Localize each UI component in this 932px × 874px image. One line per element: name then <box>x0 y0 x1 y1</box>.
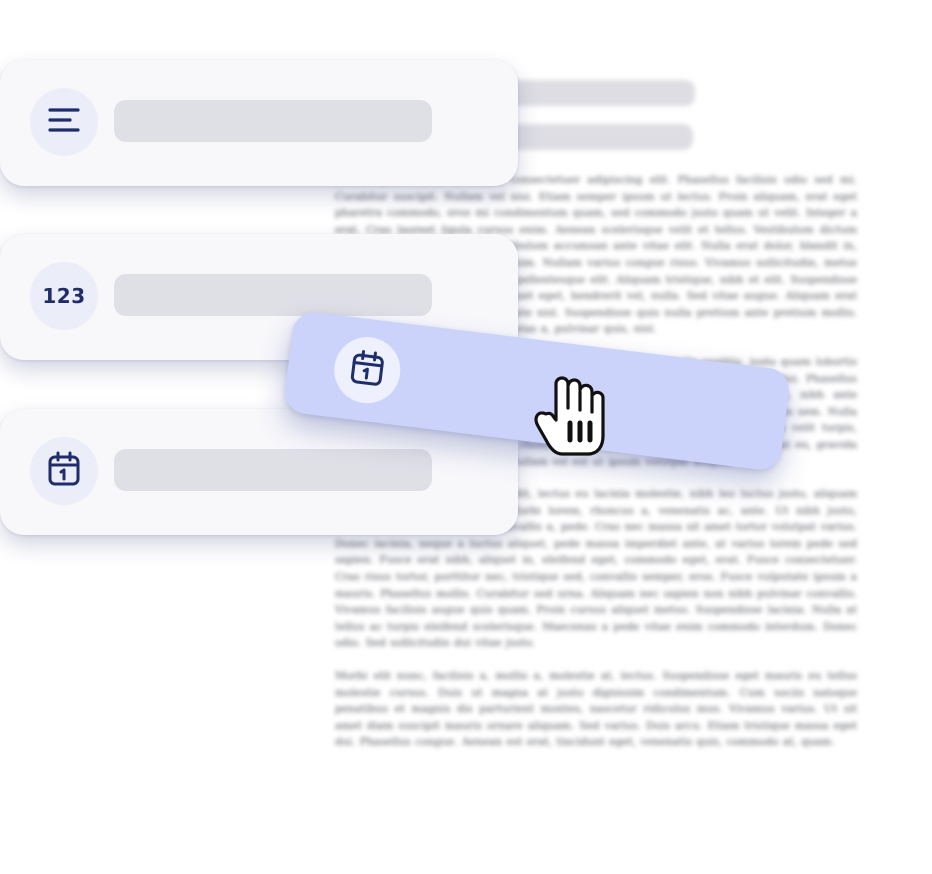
date-field-placeholder-bar <box>114 449 432 491</box>
number-field-icon-badge: 123 <box>30 262 98 330</box>
number-icon: 123 <box>42 284 86 308</box>
text-field-icon-badge <box>30 88 98 156</box>
number-field-placeholder-bar <box>114 274 432 316</box>
calendar-icon <box>348 348 387 393</box>
calendar-icon <box>47 451 81 492</box>
date-field-icon-badge <box>30 437 98 505</box>
text-field-placeholder-bar <box>114 100 432 142</box>
text-field-card[interactable] <box>0 60 518 186</box>
dragged-date-icon-badge <box>330 333 405 407</box>
document-paragraph: Morbi elit nunc, facilisis a, mollis a, … <box>335 670 857 749</box>
grab-hand-cursor-icon <box>528 368 610 460</box>
text-lines-icon <box>48 107 80 138</box>
